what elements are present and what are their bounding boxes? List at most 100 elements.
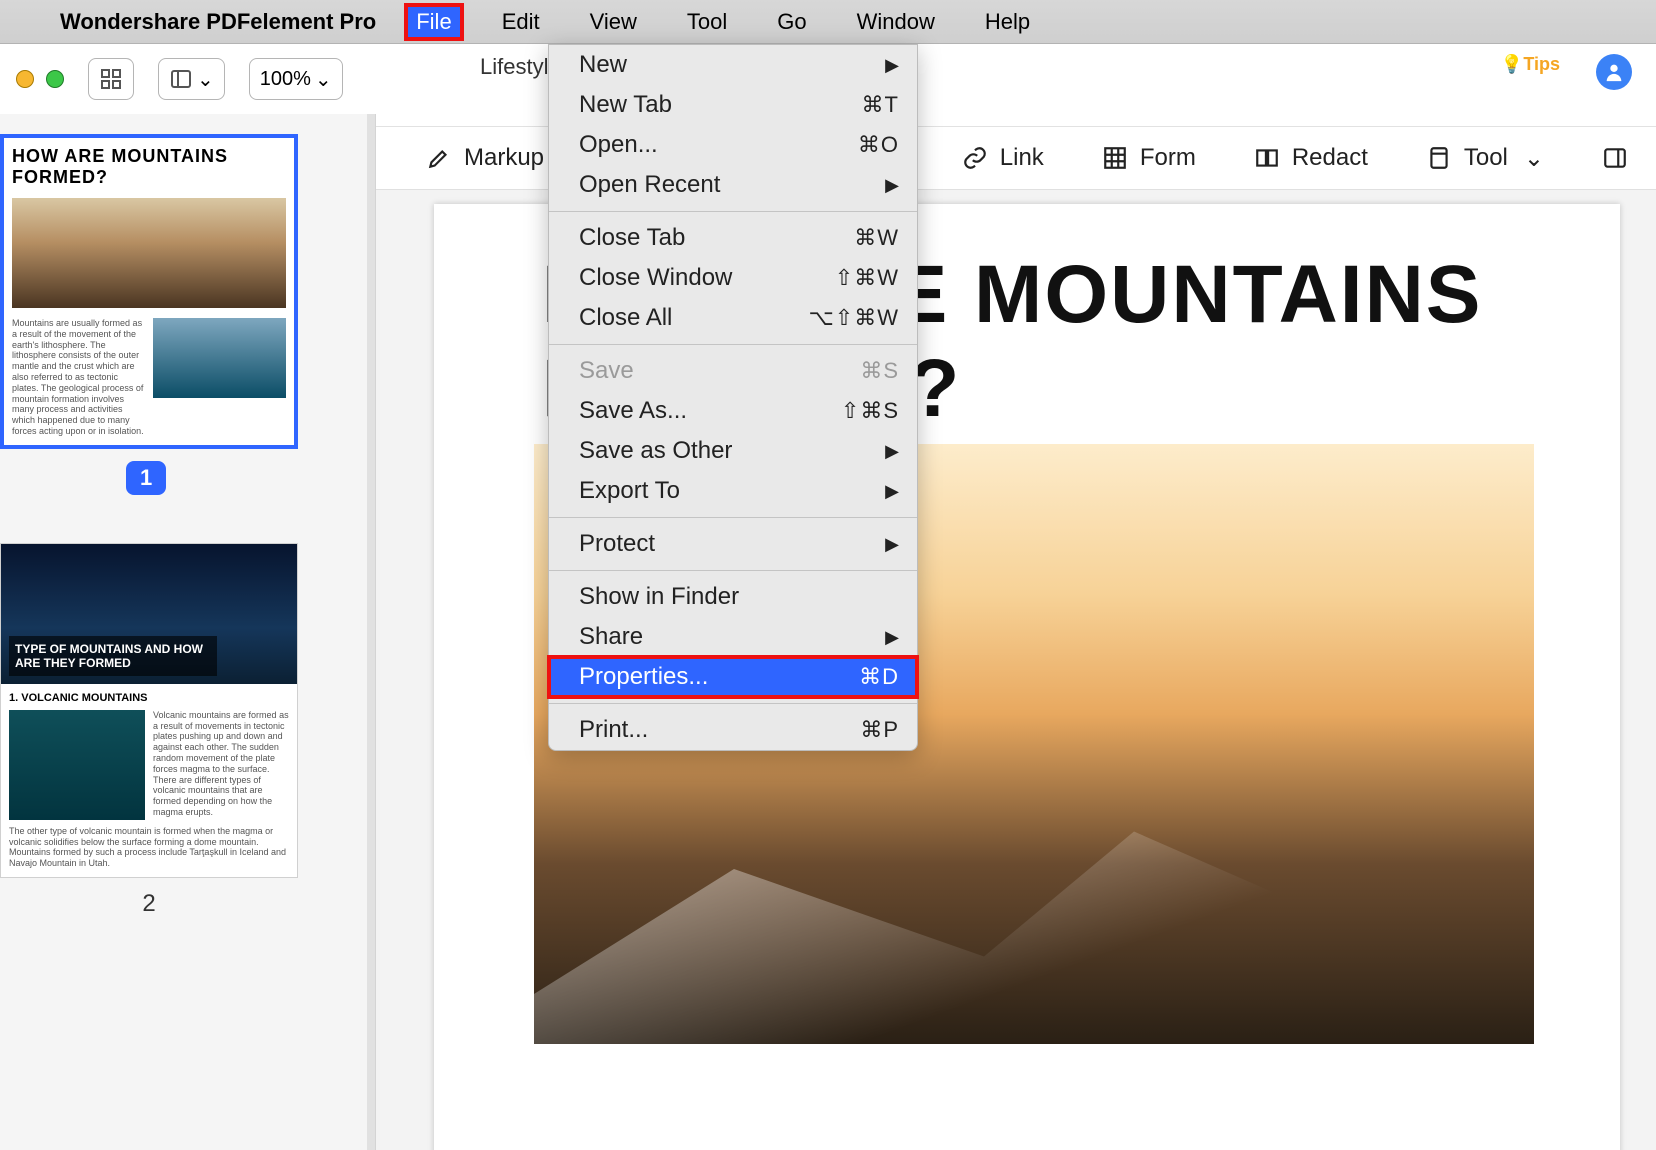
toolbar-link-label: Link	[1000, 144, 1044, 172]
menu-item-share[interactable]: Share▶	[549, 617, 917, 657]
grid-icon	[99, 67, 123, 91]
menu-item-open-[interactable]: Open... ⌘O	[549, 125, 917, 165]
tab-title[interactable]: Lifestyl	[480, 54, 548, 80]
menu-shortcut: ⌥⇧⌘W	[808, 305, 899, 331]
app-name: Wondershare PDFelement Pro	[60, 9, 376, 35]
traffic-lights	[16, 70, 64, 88]
menu-shortcut: ⌘W	[854, 225, 899, 251]
menu-help[interactable]: Help	[975, 5, 1040, 39]
menu-item-label: New Tab	[579, 91, 672, 119]
toolbar-link[interactable]: Link	[962, 144, 1044, 172]
thumbnail-page-1[interactable]: HOW ARE MOUNTAINS FORMED? Mountains are …	[0, 134, 298, 449]
menu-item-label: Save	[579, 357, 634, 385]
menu-shortcut: ⌘P	[860, 717, 899, 743]
menu-separator	[549, 703, 917, 704]
submenu-arrow-icon: ▶	[885, 441, 899, 462]
toolbar-markup-label: Markup	[464, 144, 544, 172]
menu-separator	[549, 570, 917, 571]
menu-item-label: Properties...	[579, 663, 708, 691]
menu-item-properties-[interactable]: Properties... ⌘D	[549, 657, 917, 697]
menu-item-export-to[interactable]: Export To▶	[549, 471, 917, 511]
panel-icon	[1602, 145, 1628, 171]
menu-view[interactable]: View	[580, 5, 647, 39]
menu-item-label: Save As...	[579, 397, 687, 425]
menu-shortcut: ⇧⌘W	[835, 265, 899, 291]
minimize-button[interactable]	[16, 70, 34, 88]
toolbar-tool-label: Tool	[1464, 144, 1508, 172]
menu-item-save-as-[interactable]: Save As... ⇧⌘S	[549, 391, 917, 431]
menu-item-new-tab[interactable]: New Tab⌘T	[549, 85, 917, 125]
menu-item-save: Save ⌘S	[549, 351, 917, 391]
menu-window[interactable]: Window	[847, 5, 945, 39]
menu-item-label: Close All	[579, 304, 672, 332]
menu-tool[interactable]: Tool	[677, 5, 737, 39]
menu-separator	[549, 517, 917, 518]
toolbar-form[interactable]: Form	[1102, 144, 1196, 172]
menu-item-save-as-other[interactable]: Save as Other ▶	[549, 431, 917, 471]
menu-go[interactable]: Go	[767, 5, 816, 39]
menu-item-new[interactable]: New ▶	[549, 45, 917, 85]
menu-separator	[549, 344, 917, 345]
zoom-select[interactable]: 100% ⌄	[249, 58, 343, 100]
submenu-arrow-icon: ▶	[885, 55, 899, 76]
menu-item-close-window[interactable]: Close Window ⇧⌘W	[549, 258, 917, 298]
submenu-arrow-icon: ▶	[885, 481, 899, 502]
toolbar-redact-label: Redact	[1292, 144, 1368, 172]
menu-item-open-recent[interactable]: Open Recent ▶	[549, 165, 917, 205]
menu-item-label: Close Tab	[579, 224, 685, 252]
toolbar-tool[interactable]: Tool ⌄	[1426, 144, 1544, 173]
thumb-text: Volcanic mountains are formed as a resul…	[153, 710, 289, 820]
account-avatar[interactable]	[1596, 54, 1632, 90]
menu-item-label: Show in Finder	[579, 583, 739, 611]
chevron-down-icon: ⌄	[1524, 144, 1544, 173]
toolbar-form-label: Form	[1140, 144, 1196, 172]
menu-item-print-[interactable]: Print... ⌘P	[549, 710, 917, 750]
submenu-arrow-icon: ▶	[885, 175, 899, 196]
thumb-subtitle: 1. VOLCANIC MOUNTAINS	[9, 692, 289, 704]
menu-item-close-tab[interactable]: Close Tab ⌘W	[549, 218, 917, 258]
submenu-arrow-icon: ▶	[885, 627, 899, 648]
menu-item-label: Save as Other	[579, 437, 732, 465]
bulb-icon: 💡	[1501, 54, 1523, 74]
toolbar-panel-toggle[interactable]	[1602, 145, 1628, 171]
toolbar-redact[interactable]: Redact	[1254, 144, 1368, 172]
menu-item-show-in-finder[interactable]: Show in Finder	[549, 577, 917, 617]
menu-item-label: Open...	[579, 131, 658, 159]
thumb-text: The other type of volcanic mountain is f…	[9, 826, 289, 869]
menu-item-label: Protect	[579, 530, 655, 558]
menu-shortcut: ⌘O	[858, 132, 899, 158]
toolbar-markup[interactable]: Markup	[426, 144, 544, 172]
menu-item-label: Open Recent	[579, 171, 720, 199]
person-icon	[1603, 61, 1625, 83]
menu-file[interactable]: File	[406, 5, 461, 39]
menu-separator	[549, 211, 917, 212]
thumb-text: Mountains are usually formed as a result…	[12, 318, 145, 437]
sidebar-mode-select[interactable]: ⌄	[158, 58, 225, 100]
menu-item-label: Close Window	[579, 264, 732, 292]
thumb-title: HOW ARE MOUNTAINS FORMED?	[12, 146, 286, 188]
zoom-button[interactable]	[46, 70, 64, 88]
menu-item-label: Print...	[579, 716, 648, 744]
mac-menubar: Wondershare PDFelement Pro File Edit Vie…	[0, 0, 1656, 44]
menu-shortcut: ⌘S	[860, 358, 899, 384]
submenu-arrow-icon: ▶	[885, 534, 899, 555]
form-icon	[1102, 145, 1128, 171]
menu-item-close-all[interactable]: Close All ⌥⇧⌘W	[549, 298, 917, 338]
link-icon	[962, 145, 988, 171]
markup-icon	[426, 145, 452, 171]
tool-icon	[1426, 145, 1452, 171]
chevron-down-icon: ⌄	[315, 67, 332, 92]
menu-item-label: New	[579, 51, 627, 79]
thumbnail-page-2[interactable]: TYPE OF MOUNTAINS AND HOW ARE THEY FORME…	[0, 543, 298, 878]
thumbnails-toggle[interactable]	[88, 58, 134, 100]
menu-shortcut: ⌘D	[859, 664, 899, 690]
menu-edit[interactable]: Edit	[492, 5, 550, 39]
menu-item-protect[interactable]: Protect ▶	[549, 524, 917, 564]
sidebar-scrollbar[interactable]	[367, 114, 375, 860]
menu-shortcut: ⇧⌘S	[841, 398, 899, 424]
zoom-label: 100%	[260, 68, 311, 91]
sidebar-icon	[169, 67, 193, 91]
tips-button[interactable]: 💡Tips	[1501, 54, 1560, 75]
sidebar: HOW ARE MOUNTAINS FORMED? Mountains are …	[0, 114, 376, 1150]
tips-label: Tips	[1523, 54, 1560, 74]
